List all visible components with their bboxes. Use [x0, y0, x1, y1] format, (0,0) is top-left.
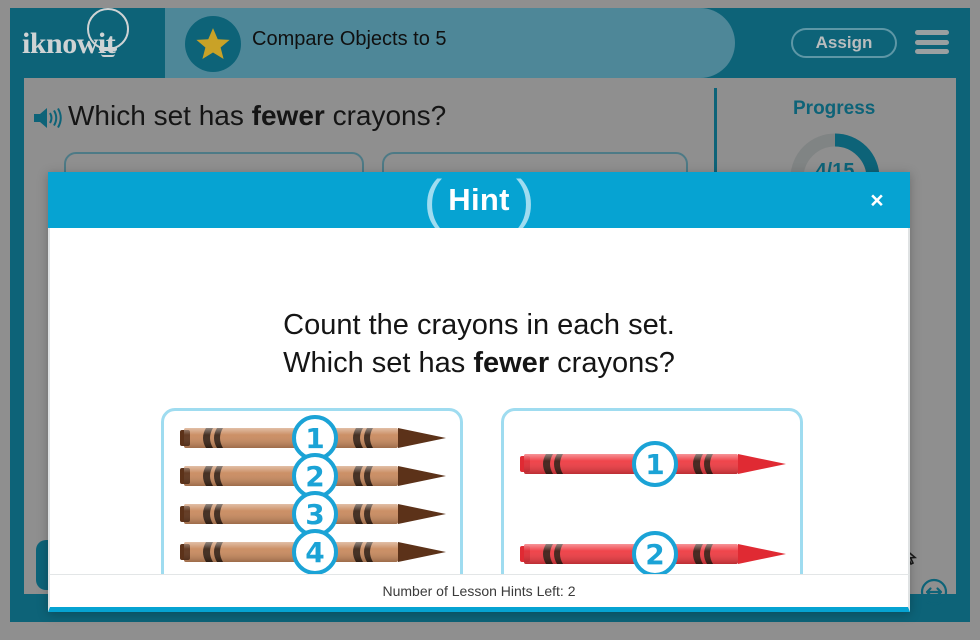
lesson-title: Compare Objects to 5	[252, 28, 447, 50]
assign-button[interactable]: Assign	[791, 28, 897, 58]
crayon-set-left: 1 2 3 4	[161, 408, 463, 588]
hint-line2-suffix: crayons?	[549, 347, 675, 380]
question-suffix: crayons?	[324, 100, 447, 131]
question-emphasis: fewer	[251, 100, 325, 131]
lightbulb-icon	[87, 8, 129, 50]
hint-line-1: Count the crayons in each set.	[283, 309, 675, 341]
hints-left-text: Number of Lesson Hints Left: 2	[382, 583, 576, 599]
hint-text: Count the crayons in each set. Which set…	[50, 306, 908, 383]
hint-modal-title-wrap: ( Hint )	[48, 172, 910, 228]
app-root: iknowit Compare Objects to 5 Assign Whic…	[0, 0, 980, 640]
lightbulb-base-icon	[99, 47, 117, 51]
hint-modal-footer: Number of Lesson Hints Left: 2	[48, 574, 910, 612]
hint-line-2: Which set has fewer crayons?	[50, 344, 908, 382]
count-badge-4: 4	[292, 529, 338, 575]
hamburger-menu-icon[interactable]	[915, 27, 949, 57]
speaker-icon[interactable]	[32, 104, 64, 132]
paren-left-decoration: (	[423, 168, 443, 231]
lightbulb-base2-icon	[101, 54, 115, 57]
count-badge-1: 1	[632, 441, 678, 487]
hint-line2-prefix: Which set has	[283, 347, 474, 380]
lesson-title-pill	[165, 8, 735, 78]
hint-modal: ( Hint ) × Count the crayons in each set…	[48, 172, 910, 612]
hint-line2-emphasis: fewer	[473, 347, 550, 380]
paren-right-decoration: )	[515, 168, 535, 231]
crayon-set-right: 1 2	[501, 408, 803, 588]
progress-label: Progress	[793, 98, 876, 119]
star-icon	[185, 16, 241, 72]
hint-modal-title: Hint	[448, 182, 510, 217]
question-text: Which set has fewer crayons?	[68, 100, 446, 132]
frame-right-rail	[956, 8, 970, 622]
hint-modal-body: Count the crayons in each set. Which set…	[48, 228, 910, 612]
frame-left-rail	[10, 8, 24, 622]
resize-horizontal-icon[interactable]	[920, 578, 948, 606]
count-badge-2: 2	[632, 531, 678, 577]
question-prefix: Which set has	[68, 100, 252, 131]
hint-modal-header: ( Hint ) ×	[48, 172, 910, 228]
close-icon[interactable]: ×	[864, 187, 890, 213]
